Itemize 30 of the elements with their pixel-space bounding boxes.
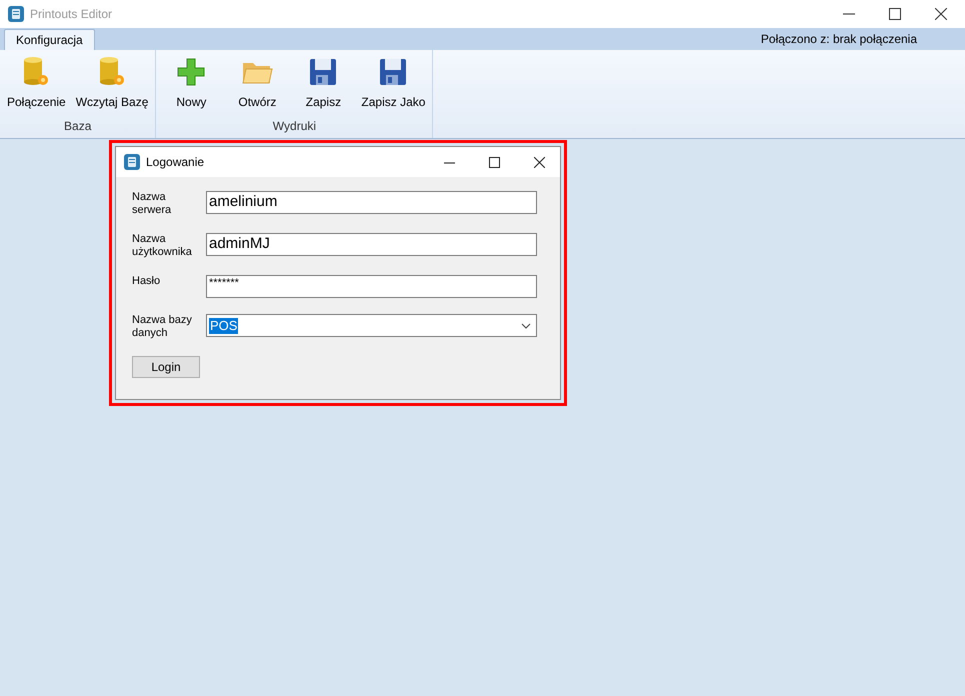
ribbon-button[interactable]: Zapisz Jako bbox=[358, 50, 428, 117]
ribbon-button[interactable]: Wczytaj Bazę bbox=[72, 50, 152, 117]
dialog-app-icon bbox=[124, 154, 140, 170]
dropdown-value: POS bbox=[209, 318, 238, 334]
connection-status: Połączono z: brak połączenia bbox=[760, 31, 917, 48]
ribbon-button[interactable]: Połączenie bbox=[4, 50, 69, 117]
close-icon[interactable] bbox=[935, 8, 947, 20]
field-label: Hasło bbox=[132, 275, 162, 288]
field-label: Nazwa użytkownika bbox=[132, 233, 193, 259]
database-dropdown[interactable]: POS bbox=[206, 314, 537, 337]
maximize-icon[interactable] bbox=[489, 156, 500, 168]
field-label: Nazwa bazy danych bbox=[132, 314, 193, 340]
password-field[interactable]: ******* bbox=[206, 275, 537, 298]
ribbon-button[interactable]: Otwórz bbox=[226, 50, 288, 117]
dialog-title: Logowanie bbox=[146, 154, 204, 171]
plus-icon bbox=[175, 56, 208, 88]
field-label: Nazwa serwera bbox=[132, 191, 172, 217]
ribbon-button[interactable]: Zapisz bbox=[292, 50, 354, 117]
group-label: Wydruki bbox=[272, 118, 318, 135]
group-label: Baza bbox=[63, 118, 92, 135]
input-field[interactable]: amelinium bbox=[206, 191, 537, 214]
app-icon bbox=[8, 6, 24, 22]
close-icon[interactable] bbox=[534, 156, 545, 168]
input-field[interactable]: adminMJ bbox=[206, 233, 537, 256]
maximize-icon[interactable] bbox=[889, 8, 901, 20]
ribbon-tab[interactable]: Konfiguracja bbox=[4, 29, 95, 50]
login-button[interactable]: Login bbox=[132, 356, 200, 378]
ribbon-button[interactable]: Nowy bbox=[160, 50, 222, 117]
window-title: Printouts Editor bbox=[30, 6, 112, 23]
chevron-down-icon bbox=[521, 322, 531, 328]
